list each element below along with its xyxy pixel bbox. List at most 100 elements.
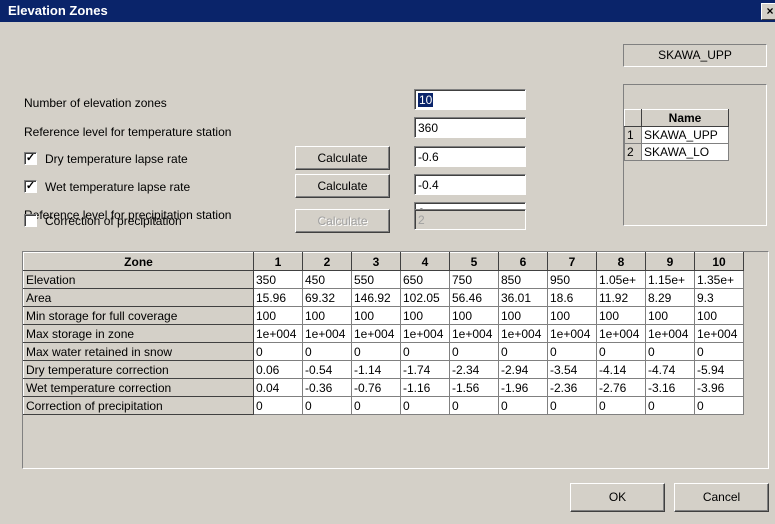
zone-grid-cell[interactable]: 450 [302, 270, 352, 289]
zone-grid-cell[interactable]: 56.46 [449, 288, 499, 307]
zone-grid-cell[interactable]: -0.36 [302, 378, 352, 397]
zone-grid-cell[interactable]: 69.32 [302, 288, 352, 307]
zone-grid-cell[interactable]: 0.04 [253, 378, 303, 397]
zone-grid-cell[interactable]: 8.29 [645, 288, 695, 307]
zone-grid-cell[interactable]: 0 [498, 396, 548, 415]
zone-grid-cell[interactable]: 0 [449, 342, 499, 361]
zone-grid-cell[interactable]: 0 [351, 342, 401, 361]
zone-grid-cell[interactable]: 100 [302, 306, 352, 325]
zone-grid-cell[interactable]: 1e+004 [449, 324, 499, 343]
zone-grid-cell[interactable]: 36.01 [498, 288, 548, 307]
zone-grid-cell[interactable]: 102.05 [400, 288, 450, 307]
cancel-button[interactable]: Cancel [674, 483, 769, 512]
zone-grid-cell[interactable]: -2.36 [547, 378, 597, 397]
zone-grid-cell[interactable]: -1.56 [449, 378, 499, 397]
zone-grid-cell[interactable]: 0 [596, 396, 646, 415]
station-row-name[interactable]: SKAWA_UPP [641, 126, 729, 144]
zone-grid-cell[interactable]: -2.34 [449, 360, 499, 379]
zone-grid-cell[interactable]: -1.96 [498, 378, 548, 397]
zone-grid-cell[interactable]: 0 [498, 342, 548, 361]
zone-grid-cell[interactable]: -2.76 [596, 378, 646, 397]
wet-lapse-checkbox[interactable]: ✓ [24, 180, 37, 193]
zone-grid-cell[interactable]: 0 [302, 342, 352, 361]
zone-grid-cell[interactable]: 0 [596, 342, 646, 361]
dry-lapse-input[interactable]: -0.6 [414, 146, 526, 167]
zone-grid-cell[interactable]: 1.35e+ [694, 270, 744, 289]
zone-grid-cell[interactable]: 146.92 [351, 288, 401, 307]
zone-grid-cell[interactable]: -3.54 [547, 360, 597, 379]
zone-grid-cell[interactable]: 100 [645, 306, 695, 325]
zone-grid-cell[interactable]: 1e+004 [645, 324, 695, 343]
station-row[interactable]: 1 SKAWA_UPP [624, 126, 729, 144]
zone-grid-cell[interactable]: 100 [351, 306, 401, 325]
zone-grid-cell[interactable]: -1.74 [400, 360, 450, 379]
zone-grid-cell[interactable]: 0 [253, 342, 303, 361]
zone-grid-cell[interactable]: 0.06 [253, 360, 303, 379]
zone-grid-cell[interactable]: 550 [351, 270, 401, 289]
zone-grid-cell[interactable]: -3.96 [694, 378, 744, 397]
corr-precip-label: Correction of precipitation [45, 214, 182, 228]
zone-grid-cell[interactable]: 0 [547, 396, 597, 415]
zone-grid-cell[interactable]: 9.3 [694, 288, 744, 307]
zone-grid-cell[interactable]: -1.16 [400, 378, 450, 397]
zone-grid-cell[interactable]: 0 [253, 396, 303, 415]
zone-grid-cell[interactable]: 100 [498, 306, 548, 325]
zone-grid-cell[interactable]: 1e+004 [253, 324, 303, 343]
ref-temp-input[interactable]: 360 [414, 117, 526, 138]
zone-grid-cell[interactable]: 0 [694, 396, 744, 415]
zone-grid-cell[interactable]: 0 [400, 396, 450, 415]
zone-grid-cell[interactable]: 100 [547, 306, 597, 325]
zone-grid-cell[interactable]: 100 [449, 306, 499, 325]
zone-grid-cell[interactable]: 1e+004 [498, 324, 548, 343]
zone-grid-cell[interactable]: 0 [645, 342, 695, 361]
zone-grid-cell[interactable]: 100 [400, 306, 450, 325]
station-row-name[interactable]: SKAWA_LO [641, 143, 729, 161]
zone-grid-cell[interactable]: 0 [302, 396, 352, 415]
zone-grid-cell[interactable]: 0 [694, 342, 744, 361]
corr-precip-checkbox[interactable] [24, 214, 37, 227]
corr-precip-calculate-button[interactable]: Calculate [295, 209, 390, 233]
zone-grid-cell[interactable]: 1e+004 [302, 324, 352, 343]
zone-grid-cell[interactable]: 1e+004 [547, 324, 597, 343]
zone-grid-cell[interactable]: 100 [596, 306, 646, 325]
zone-grid-cell[interactable]: 350 [253, 270, 303, 289]
zone-grid-cell[interactable]: 0 [400, 342, 450, 361]
num-zones-input[interactable]: 10 [414, 89, 526, 110]
zone-grid-cell[interactable]: 100 [253, 306, 303, 325]
zone-grid-cell[interactable]: -4.14 [596, 360, 646, 379]
dry-lapse-checkbox[interactable]: ✓ [24, 152, 37, 165]
zone-grid-cell[interactable]: 1.05e+ [596, 270, 646, 289]
zone-grid-cell[interactable]: 1e+004 [400, 324, 450, 343]
zone-grid-cell[interactable]: 0 [351, 396, 401, 415]
zone-corner-header: Zone [23, 252, 254, 271]
zone-grid-cell[interactable]: 0 [645, 396, 695, 415]
zone-grid-cell[interactable]: -3.16 [645, 378, 695, 397]
zone-grid-cell[interactable]: 950 [547, 270, 597, 289]
zone-grid-cell[interactable]: -2.94 [498, 360, 548, 379]
zone-grid-cell[interactable]: 850 [498, 270, 548, 289]
corr-precip-input[interactable]: 2 [414, 209, 526, 230]
zone-grid-cell[interactable]: 11.92 [596, 288, 646, 307]
zone-grid-cell[interactable]: 750 [449, 270, 499, 289]
zone-grid-cell[interactable]: 1e+004 [694, 324, 744, 343]
dry-lapse-calculate-button[interactable]: Calculate [295, 146, 390, 170]
wet-lapse-input[interactable]: -0.4 [414, 174, 526, 195]
station-row[interactable]: 2 SKAWA_LO [624, 143, 729, 161]
zone-grid-cell[interactable]: -1.14 [351, 360, 401, 379]
zone-grid-cell[interactable]: 18.6 [547, 288, 597, 307]
close-button[interactable]: × [761, 3, 775, 20]
zone-grid-cell[interactable]: -4.74 [645, 360, 695, 379]
zone-grid-cell[interactable]: 650 [400, 270, 450, 289]
zone-grid-cell[interactable]: 0 [449, 396, 499, 415]
ok-button[interactable]: OK [570, 483, 665, 512]
wet-lapse-calculate-button[interactable]: Calculate [295, 174, 390, 198]
zone-grid-cell[interactable]: -0.76 [351, 378, 401, 397]
zone-grid-cell[interactable]: 15.96 [253, 288, 303, 307]
zone-grid-cell[interactable]: -0.54 [302, 360, 352, 379]
zone-grid-cell[interactable]: 1e+004 [351, 324, 401, 343]
zone-grid-cell[interactable]: 0 [547, 342, 597, 361]
zone-grid-cell[interactable]: -5.94 [694, 360, 744, 379]
zone-grid-cell[interactable]: 1.15e+ [645, 270, 695, 289]
zone-grid-cell[interactable]: 100 [694, 306, 744, 325]
zone-grid-cell[interactable]: 1e+004 [596, 324, 646, 343]
